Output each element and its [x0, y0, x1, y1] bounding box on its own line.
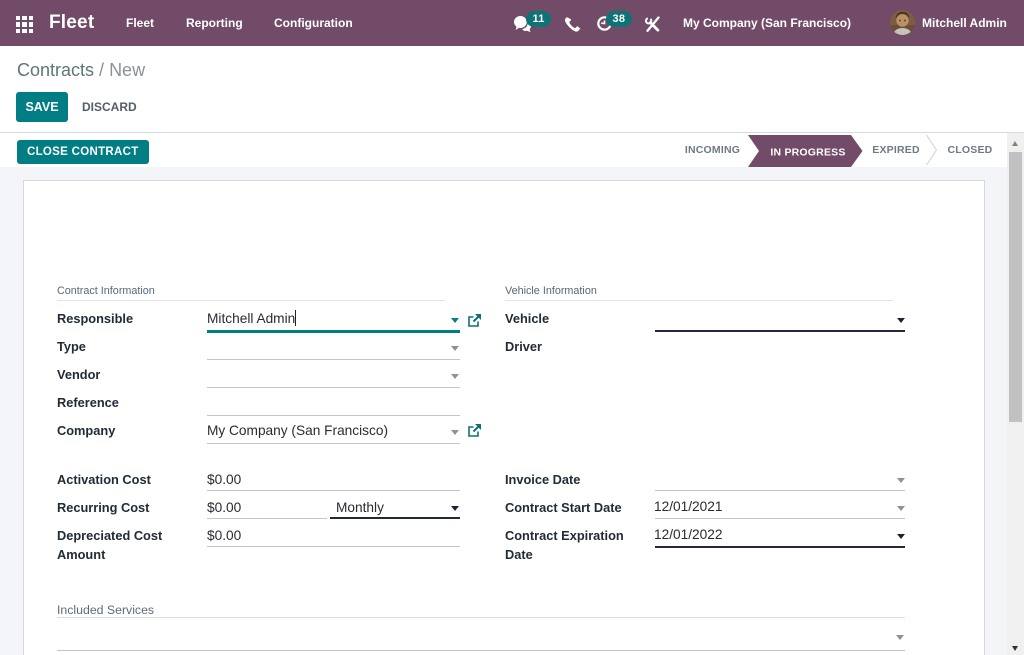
svg-text:IN PROGRESS: IN PROGRESS — [770, 147, 845, 159]
